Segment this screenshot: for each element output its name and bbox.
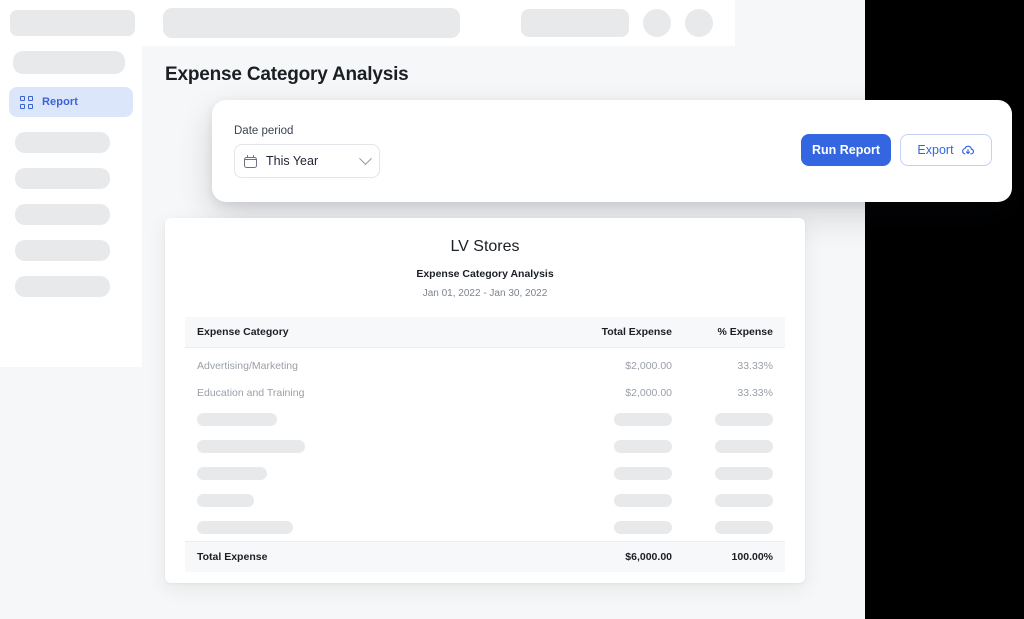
table-skeleton-row bbox=[185, 460, 785, 487]
footer-label: Total Expense bbox=[197, 551, 527, 563]
export-button-label: Export bbox=[917, 143, 953, 157]
skeleton-bar bbox=[614, 440, 672, 453]
table-skeleton-row bbox=[185, 433, 785, 460]
sidebar-item-skeleton-4 bbox=[15, 240, 110, 261]
skeleton-bar bbox=[197, 413, 277, 426]
skeleton-cell-total bbox=[527, 413, 672, 426]
cell-total: $2,000.00 bbox=[527, 360, 672, 372]
topbar-button-skeleton bbox=[521, 9, 629, 37]
table-skeleton-row bbox=[185, 514, 785, 541]
topbar-logo-skeleton bbox=[10, 10, 135, 36]
skeleton-bar bbox=[197, 494, 254, 507]
sidebar-item-skeleton-2 bbox=[15, 168, 110, 189]
report-company-name: LV Stores bbox=[165, 238, 805, 256]
skeleton-bar bbox=[614, 413, 672, 426]
topbar-search-skeleton bbox=[163, 8, 460, 38]
column-header-percent-expense: % Expense bbox=[672, 326, 773, 338]
table-footer-row: Total Expense $6,000.00 100.00% bbox=[185, 541, 785, 572]
skeleton-bar bbox=[614, 494, 672, 507]
date-period-select[interactable]: This Year bbox=[234, 144, 380, 178]
report-date-range: Jan 01, 2022 - Jan 30, 2022 bbox=[165, 288, 805, 299]
sidebar-item-label: Report bbox=[42, 96, 78, 108]
date-period-value: This Year bbox=[266, 154, 352, 168]
skeleton-cell-total bbox=[527, 467, 672, 480]
report-subtitle: Expense Category Analysis bbox=[165, 268, 805, 280]
skeleton-bar bbox=[715, 440, 773, 453]
skeleton-bar bbox=[715, 521, 773, 534]
skeleton-cell-percent bbox=[672, 467, 773, 480]
table-skeleton-rows bbox=[185, 406, 785, 541]
footer-total: $6,000.00 bbox=[527, 551, 672, 563]
chevron-down-icon bbox=[359, 152, 372, 165]
sidebar-item-report[interactable]: Report bbox=[9, 87, 133, 117]
skeleton-cell-category bbox=[197, 494, 527, 507]
run-report-button[interactable]: Run Report bbox=[801, 134, 891, 166]
skeleton-bar bbox=[614, 467, 672, 480]
page-title: Expense Category Analysis bbox=[165, 64, 409, 86]
skeleton-cell-percent bbox=[672, 440, 773, 453]
skeleton-cell-percent bbox=[672, 521, 773, 534]
skeleton-cell-percent bbox=[672, 494, 773, 507]
table-row: Advertising/Marketing $2,000.00 33.33% bbox=[185, 352, 785, 379]
grid-icon bbox=[20, 96, 33, 109]
skeleton-bar bbox=[197, 521, 293, 534]
table-header-row: Expense Category Total Expense % Expense bbox=[185, 317, 785, 348]
skeleton-bar bbox=[614, 521, 672, 534]
cell-percent: 33.33% bbox=[672, 360, 773, 372]
sidebar-item-skeleton-3 bbox=[15, 204, 110, 225]
report-table: Expense Category Total Expense % Expense… bbox=[185, 317, 785, 572]
skeleton-bar bbox=[197, 440, 305, 453]
skeleton-bar bbox=[715, 467, 773, 480]
date-period-label: Date period bbox=[234, 125, 293, 137]
cloud-download-icon bbox=[961, 143, 975, 157]
cell-category: Advertising/Marketing bbox=[197, 360, 527, 372]
table-row: Education and Training $2,000.00 33.33% bbox=[185, 379, 785, 406]
footer-percent: 100.00% bbox=[672, 551, 773, 563]
column-header-category: Expense Category bbox=[197, 326, 527, 338]
skeleton-cell-total bbox=[527, 494, 672, 507]
cell-category: Education and Training bbox=[197, 387, 527, 399]
skeleton-cell-category bbox=[197, 440, 527, 453]
screenshot-stage: Report Expense Category Analysis Date pe… bbox=[0, 0, 1024, 619]
column-header-total-expense: Total Expense bbox=[527, 326, 672, 338]
top-bar bbox=[0, 0, 735, 46]
topbar-icon-skeleton-1 bbox=[643, 9, 671, 37]
skeleton-cell-category bbox=[197, 413, 527, 426]
cell-total: $2,000.00 bbox=[527, 387, 672, 399]
skeleton-cell-total bbox=[527, 521, 672, 534]
skeleton-cell-category bbox=[197, 467, 527, 480]
sidebar-item-skeleton-5 bbox=[15, 276, 110, 297]
calendar-icon bbox=[244, 155, 257, 168]
report-card: LV Stores Expense Category Analysis Jan … bbox=[165, 218, 805, 583]
filter-card: Date period This Year Run Report Export bbox=[212, 100, 1012, 202]
skeleton-cell-percent bbox=[672, 413, 773, 426]
skeleton-bar bbox=[715, 413, 773, 426]
cell-percent: 33.33% bbox=[672, 387, 773, 399]
skeleton-bar bbox=[197, 467, 267, 480]
table-skeleton-row bbox=[185, 406, 785, 433]
topbar-icon-skeleton-2 bbox=[685, 9, 713, 37]
skeleton-bar bbox=[715, 494, 773, 507]
sidebar-logo-skeleton bbox=[13, 51, 125, 74]
table-skeleton-row bbox=[185, 487, 785, 514]
export-button[interactable]: Export bbox=[900, 134, 992, 166]
skeleton-cell-category bbox=[197, 521, 527, 534]
sidebar: Report bbox=[0, 46, 142, 367]
sidebar-item-skeleton-1 bbox=[15, 132, 110, 153]
skeleton-cell-total bbox=[527, 440, 672, 453]
